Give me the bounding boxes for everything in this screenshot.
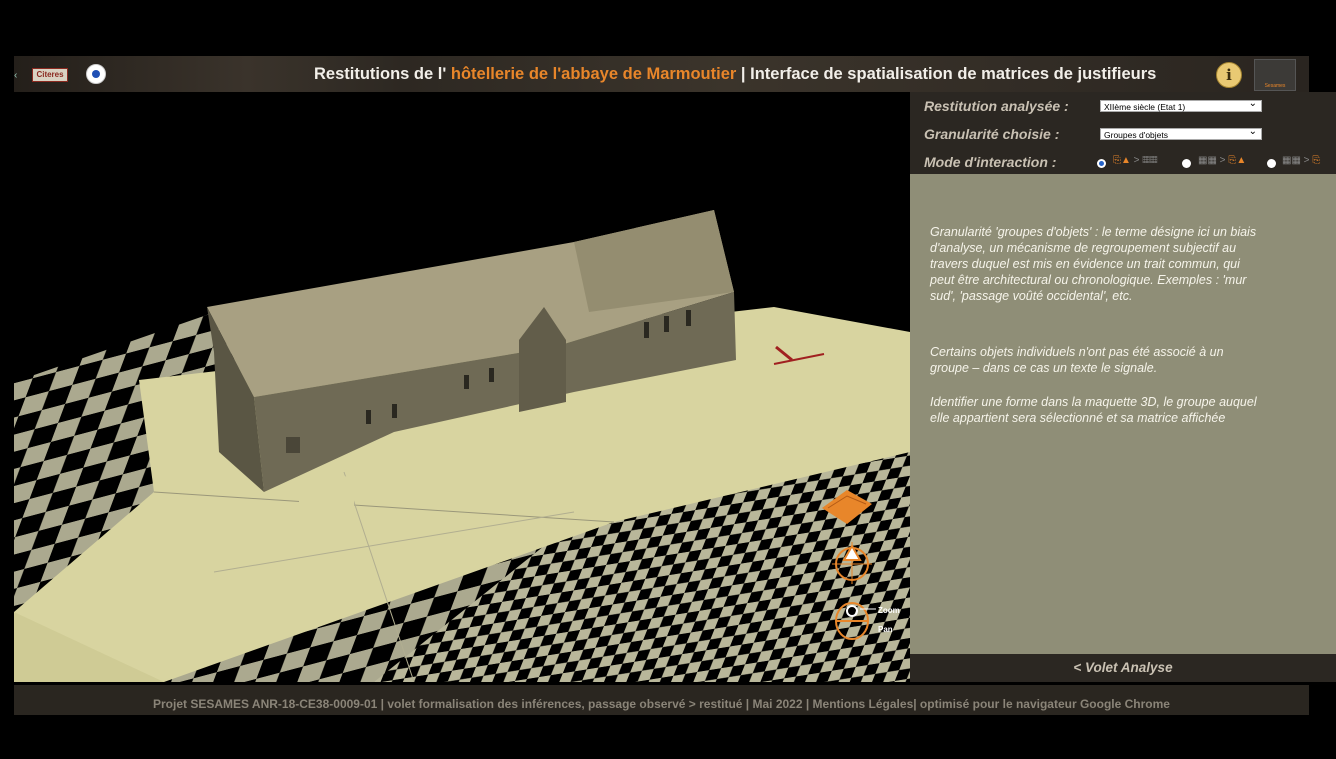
- sesames-logo[interactable]: Sesames: [1254, 59, 1296, 91]
- zoom-label: Zoom: [878, 606, 900, 615]
- description-para-1: Granularité 'groupes d'objets' : le term…: [930, 225, 1257, 303]
- group-to-matrix-icon: ⎘▲ > ▦▦: [1113, 155, 1158, 166]
- footer-credits: Projet SESAMES ANR-18-CE38-0009-01 | vol…: [14, 685, 1309, 715]
- title-suffix: | Interface de spatialisation de matrice…: [740, 65, 1157, 83]
- citeres-logo[interactable]: Citeres: [32, 68, 68, 82]
- granularite-label: Granularité choisie :: [924, 126, 1060, 142]
- analysis-settings-panel: Restitution analysée : XIIème siècle (Et…: [910, 92, 1336, 174]
- sesames-logo-text: Sesames: [1264, 83, 1286, 89]
- description-para-3: Identifier une forme dans la maquette 3D…: [930, 395, 1257, 425]
- app-header: ‹ Citeres Restitutions de l' hôtellerie …: [14, 56, 1309, 92]
- mode-row: Mode d'interaction : ⎘▲ > ▦▦ ▦▦ > ⎘▲ ▦▦ …: [924, 154, 1336, 172]
- description-para-2: Certains objets individuels n'ont pas ét…: [930, 345, 1224, 375]
- info-button[interactable]: i: [1216, 62, 1242, 88]
- 3d-scene[interactable]: [14, 92, 910, 682]
- page-title: Restitutions de l' hôtellerie de l'abbay…: [314, 56, 1156, 92]
- volet-analyse-toggle[interactable]: < Volet Analyse: [910, 654, 1336, 682]
- title-accent: hôtellerie de l'abbaye de Marmoutier: [450, 65, 737, 83]
- granularite-select[interactable]: Groupes d'objets: [1100, 126, 1262, 140]
- granularity-description: Granularité 'groupes d'objets' : le term…: [910, 174, 1336, 654]
- matrix-to-group-alt-icon: ▦▦ > ⎘: [1282, 155, 1321, 166]
- restitution-select[interactable]: XIIème siècle (Etat 1): [1100, 98, 1262, 112]
- collapse-arrow-icon[interactable]: ‹: [14, 70, 17, 81]
- mode-label: Mode d'interaction :: [924, 154, 1057, 170]
- title-prefix: Restitutions de l': [314, 65, 447, 83]
- partner-logo-icon[interactable]: [86, 64, 106, 84]
- mode-radio-2[interactable]: [1182, 159, 1191, 168]
- pan-label: Pan: [878, 625, 893, 634]
- 3d-viewport[interactable]: Zoom Pan: [14, 92, 910, 682]
- mode-radio-3[interactable]: [1267, 159, 1276, 168]
- restitution-label: Restitution analysée :: [924, 98, 1069, 114]
- mode-radio-1[interactable]: [1097, 159, 1106, 168]
- matrix-to-group-icon: ▦▦ > ⎘▲: [1198, 155, 1247, 166]
